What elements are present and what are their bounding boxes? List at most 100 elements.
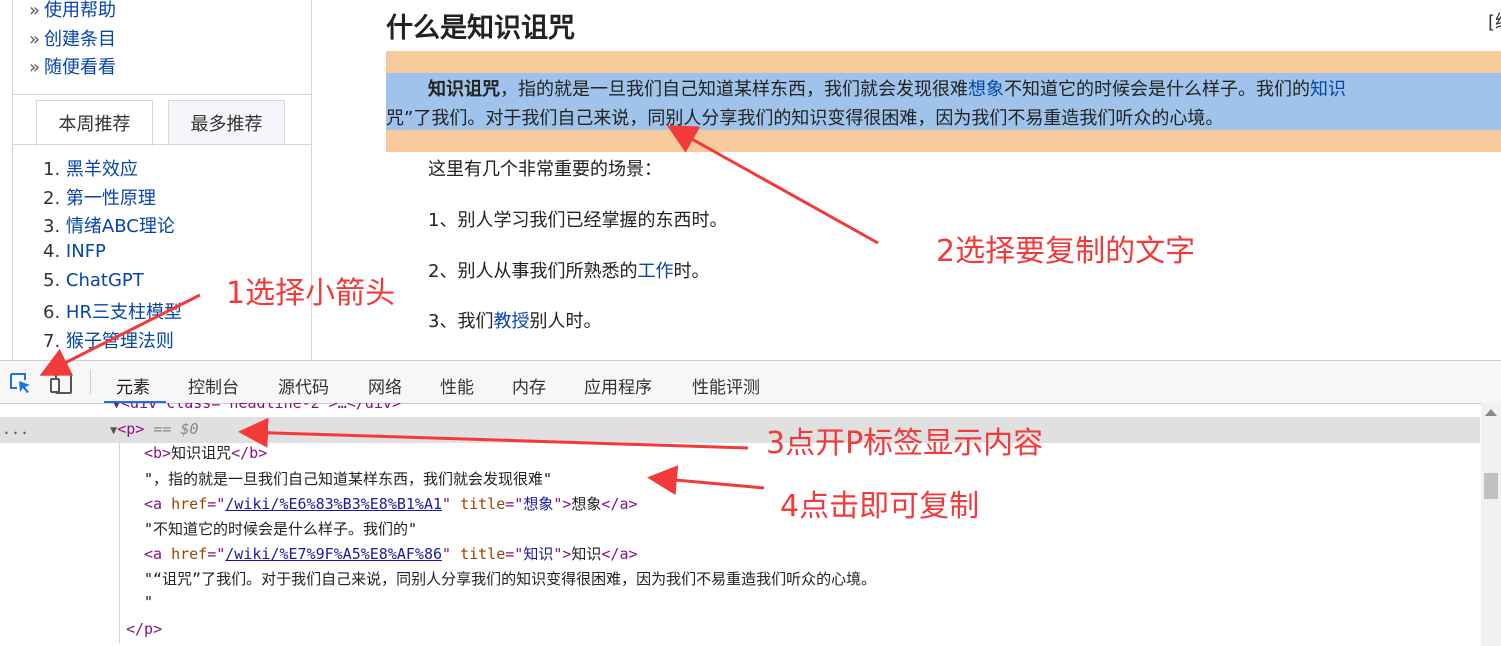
list-item[interactable]: 1. 黑羊效应: [43, 155, 138, 181]
divider: [13, 94, 311, 95]
tab-elements[interactable]: 元素: [116, 373, 150, 398]
list-item[interactable]: 7. 猴子管理法则: [43, 327, 174, 353]
b-node[interactable]: <b>知识诅咒</b>: [144, 441, 267, 465]
text-node[interactable]: "不知道它的时候会是什么样子。我们的": [144, 517, 417, 541]
a-node[interactable]: <a href="/wiki/%E6%83%B3%E8%B1%A1" title…: [144, 492, 638, 516]
sidebar-link-random[interactable]: » 随便看看: [29, 53, 116, 79]
paragraph-line-2: 咒”了我们。对于我们自己来说，同别人分享我们的知识变得很困难，因为我们不易重造我…: [386, 108, 1224, 129]
rank-link[interactable]: 猴子管理法则: [66, 331, 174, 352]
text-segment: 不知道它的时候会是什么样子。我们的: [1004, 79, 1310, 100]
rank-link[interactable]: 第一性原理: [66, 188, 156, 209]
selected-marker: == $0: [153, 420, 199, 438]
tag-open: <p>: [117, 420, 145, 438]
text-node: 想象: [571, 495, 602, 513]
code-line[interactable]: ▼<div class="headline-2">…</div>: [112, 403, 401, 415]
page-title: 什么是知识诅咒: [386, 13, 575, 44]
list-item[interactable]: 2. 第一性原理: [43, 184, 156, 210]
more-actions-icon[interactable]: ...: [2, 417, 29, 441]
rank-number: 5.: [43, 270, 61, 291]
p-node[interactable]: ▼<p> == $0: [110, 417, 199, 441]
bullet: »: [29, 29, 41, 50]
sidebar-link-label: 使用帮助: [44, 0, 117, 21]
sidebar-link-label: 创建条目: [44, 29, 117, 50]
text-selection[interactable]: 知识诅咒，指的就是一旦我们自己知道某样东西，我们就会发现很难想象不知道它的时候会…: [386, 73, 1501, 130]
devtools-toolbar: 元素 控制台 源代码 网络 性能 内存 应用程序 性能评测: [0, 360, 1501, 404]
list-item: 2、别人从事我们所熟悉的工作时。: [428, 257, 709, 283]
text-node: 知识: [571, 545, 602, 563]
device-toggle-icon[interactable]: [48, 371, 74, 395]
text-node[interactable]: "“诅咒”了我们。对于我们自己来说，同别人分享我们的知识变得很困难，因为我们不易…: [144, 567, 876, 591]
sidebar-link-help[interactable]: » 使用帮助: [29, 0, 116, 22]
rank-number: 2.: [43, 188, 61, 209]
link-work[interactable]: 工作: [637, 261, 673, 282]
tab-memory[interactable]: 内存: [512, 373, 546, 398]
rank-link[interactable]: 情绪ABC理论: [66, 216, 175, 237]
tab-most[interactable]: 最多推荐: [168, 100, 285, 145]
annotation-step3: 3点开P标签显示内容: [766, 426, 1044, 461]
list-item[interactable]: 5. ChatGPT: [43, 270, 144, 291]
scrollbar[interactable]: [1481, 403, 1501, 646]
rank-link[interactable]: HR三支柱模型: [66, 302, 182, 323]
link-imagine[interactable]: 想象: [968, 79, 1004, 100]
title-value: 想象: [523, 495, 554, 513]
href-value[interactable]: /wiki/%E7%9F%A5%E8%AF%86: [225, 545, 442, 563]
list-item: 3、我们教授别人时。: [428, 307, 601, 333]
sidebar-link-label: 随便看看: [44, 57, 117, 78]
rank-link[interactable]: 黑羊效应: [66, 159, 138, 180]
divider: [90, 370, 91, 394]
tag-open: <b>: [144, 444, 172, 462]
annotation-step2: 2选择要复制的文字: [936, 234, 1196, 269]
devtools-panel: 元素 控制台 源代码 网络 性能 内存 应用程序 性能评测 ▼<div clas…: [0, 360, 1501, 646]
item-text: 时。: [673, 261, 710, 282]
scroll-up-icon[interactable]: [1485, 409, 1497, 416]
tab-sources[interactable]: 源代码: [278, 373, 329, 398]
list-item: 1、别人学习我们已经掌握的东西时。: [428, 206, 727, 232]
collapsed-div-node[interactable]: ▼<div class="headline-2">…</div>: [112, 403, 401, 412]
bullet: »: [29, 0, 41, 21]
annotation-step4: 4点击即可复制: [780, 489, 980, 524]
link-knowledge[interactable]: 知识: [1310, 79, 1346, 100]
href-value[interactable]: /wiki/%E6%83%B3%E8%B1%A1: [225, 495, 442, 513]
tab-console[interactable]: 控制台: [188, 373, 239, 398]
scroll-thumb[interactable]: [1484, 473, 1498, 499]
a-node[interactable]: <a href="/wiki/%E7%9F%A5%E8%AF%86" title…: [144, 542, 638, 566]
inspect-element-icon[interactable]: [8, 371, 34, 395]
bullet: »: [29, 57, 41, 78]
text-node: 知识诅咒: [171, 444, 232, 462]
tab-lighthouse[interactable]: 性能评测: [692, 373, 760, 398]
list-item[interactable]: 4. INFP: [43, 241, 106, 262]
tag-close: </b>: [231, 444, 268, 462]
rank-link[interactable]: ChatGPT: [66, 270, 144, 291]
annotation-step1: 1选择小箭头: [226, 276, 396, 311]
selected-node-row[interactable]: [0, 417, 1480, 443]
text-node[interactable]: "，指的就是一旦我们自己知道某样东西，我们就会发现很难": [144, 467, 552, 491]
rank-number: 6.: [43, 302, 61, 323]
rank-link[interactable]: INFP: [66, 241, 106, 262]
link-teach[interactable]: 教授: [493, 311, 529, 332]
elements-tree: ▼<div class="headline-2">…</div> ... ▼<p…: [0, 403, 1480, 646]
item-text: 1、别人学习我们已经掌握的东西时。: [428, 210, 728, 231]
list-item[interactable]: 3. 情绪ABC理论: [43, 212, 175, 238]
tab-performance[interactable]: 性能: [440, 373, 474, 398]
rank-number: 7.: [43, 331, 61, 352]
rank-number: 3.: [43, 216, 61, 237]
intro-text: 这里有几个非常重要的场景：: [428, 159, 662, 180]
rank-number: 4.: [43, 241, 61, 262]
text-node-end: ": [144, 593, 154, 611]
list-item[interactable]: 6. HR三支柱模型: [43, 298, 182, 324]
tab-weekly[interactable]: 本周推荐: [36, 100, 153, 146]
paragraph-line-1: 知识诅咒，指的就是一旦我们自己知道某样东西，我们就会发现很难想象不知道它的时候会…: [428, 75, 1346, 101]
tab-network[interactable]: 网络: [368, 373, 402, 398]
text-segment: ，指的就是一旦我们自己知道某样东西，我们就会发现很难: [500, 79, 968, 100]
rank-number: 1.: [43, 159, 61, 180]
tab-application[interactable]: 应用程序: [584, 373, 652, 398]
indent-guide: [119, 443, 120, 643]
title-value: 知识: [523, 545, 554, 563]
sidebar-link-create[interactable]: » 创建条目: [29, 25, 116, 51]
item-text: 2、别人从事我们所熟悉的: [428, 261, 638, 282]
p-close-tag[interactable]: </p>: [126, 617, 162, 641]
item-text: 3、我们: [428, 311, 494, 332]
edit-link[interactable]: [编: [1488, 8, 1501, 34]
bold-term: 知识诅咒: [428, 79, 500, 100]
item-text: 别人时。: [529, 311, 602, 332]
